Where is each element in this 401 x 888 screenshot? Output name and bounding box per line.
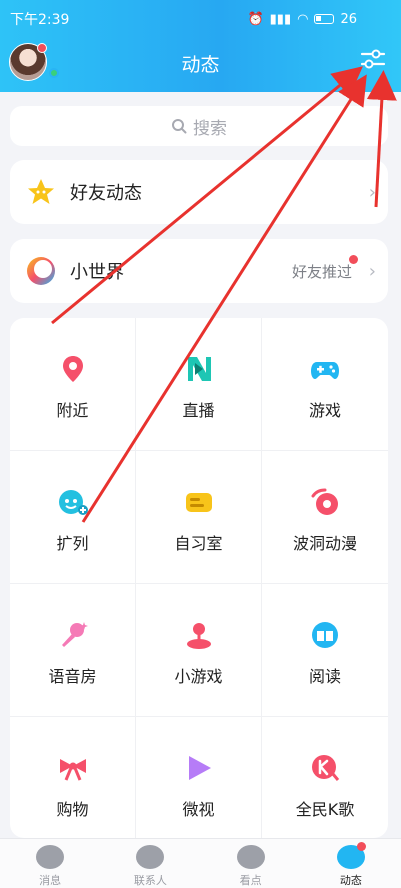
search-input[interactable]: 搜索 — [10, 106, 388, 146]
tab-contacts[interactable]: 联系人 — [100, 839, 200, 888]
search-placeholder: 搜索 — [193, 118, 227, 139]
grid-item-reading[interactable]: 阅读 — [262, 584, 388, 717]
small-world-hint: 好友推过 — [291, 263, 352, 281]
book-icon — [312, 622, 338, 648]
notification-dot — [356, 842, 366, 851]
bow-icon — [59, 759, 86, 781]
bottom-tab-bar: 消息 联系人 看点 动态 — [0, 838, 401, 888]
grid-item-expand-friends[interactable]: 扩列 — [10, 451, 136, 584]
alarm-icon: ⏰ — [247, 11, 264, 27]
study-room-icon — [185, 493, 212, 512]
feature-grid: 附近 直播 游戏 扩列 自习室 波洞动漫 语音房 小游戏 阅读 购物 微视 全民… — [10, 318, 388, 838]
chevron-right-icon: › — [368, 182, 376, 203]
eye-icon — [236, 845, 265, 869]
small-world-entry[interactable]: 小世界 好友推过 › — [10, 239, 388, 303]
grid-item-voice-room[interactable]: 语音房 — [10, 584, 136, 717]
play-icon — [188, 756, 211, 780]
microphone-icon — [61, 622, 88, 647]
header: 下午2:39 ⏰ ▮▮▮ ◠ 26 动态 — [0, 0, 401, 92]
add-friend-icon — [58, 490, 88, 515]
small-world-label: 小世界 — [70, 262, 124, 283]
grid-item-live[interactable]: 直播 — [136, 318, 262, 451]
tab-kandian[interactable]: 看点 — [201, 839, 301, 888]
chevron-right-icon: › — [368, 261, 376, 282]
page-title: 动态 — [181, 54, 220, 76]
search-icon — [172, 119, 187, 134]
grid-item-mini-games[interactable]: 小游戏 — [136, 584, 262, 717]
grid-item-shopping[interactable]: 购物 — [10, 717, 136, 838]
grid-item-k-song[interactable]: 全民K歌 — [262, 717, 388, 838]
tab-dynamics[interactable]: 动态 — [301, 839, 401, 888]
status-time: 下午2:39 — [10, 12, 70, 28]
grid-item-anime[interactable]: 波洞动漫 — [262, 451, 388, 584]
k-song-icon — [312, 755, 340, 781]
wifi-icon: ◠ — [297, 11, 309, 27]
live-icon — [187, 357, 211, 381]
battery-icon — [314, 14, 335, 24]
contacts-icon — [136, 845, 165, 869]
tab-messages[interactable]: 消息 — [0, 839, 100, 888]
star-icon — [28, 179, 54, 204]
grid-item-study-room[interactable]: 自习室 — [136, 451, 262, 584]
small-world-icon — [27, 257, 55, 285]
messages-icon — [36, 845, 65, 869]
grid-item-nearby[interactable]: 附近 — [10, 318, 136, 451]
friends-feed-entry[interactable]: 好友动态 › — [10, 160, 388, 224]
gamepad-icon — [311, 362, 339, 379]
status-bar: 下午2:39 ⏰ ▮▮▮ ◠ 26 — [10, 9, 357, 29]
settings-sliders-icon[interactable] — [360, 46, 386, 72]
joystick-icon — [186, 623, 211, 649]
location-pin-icon — [62, 356, 83, 382]
anime-icon — [311, 488, 338, 515]
battery-level: 26 — [340, 11, 357, 27]
friends-feed-label: 好友动态 — [70, 183, 142, 204]
grid-item-games[interactable]: 游戏 — [262, 318, 388, 451]
signal-icon: ▮▮▮ — [269, 11, 292, 27]
grid-item-weishi[interactable]: 微视 — [136, 717, 262, 838]
